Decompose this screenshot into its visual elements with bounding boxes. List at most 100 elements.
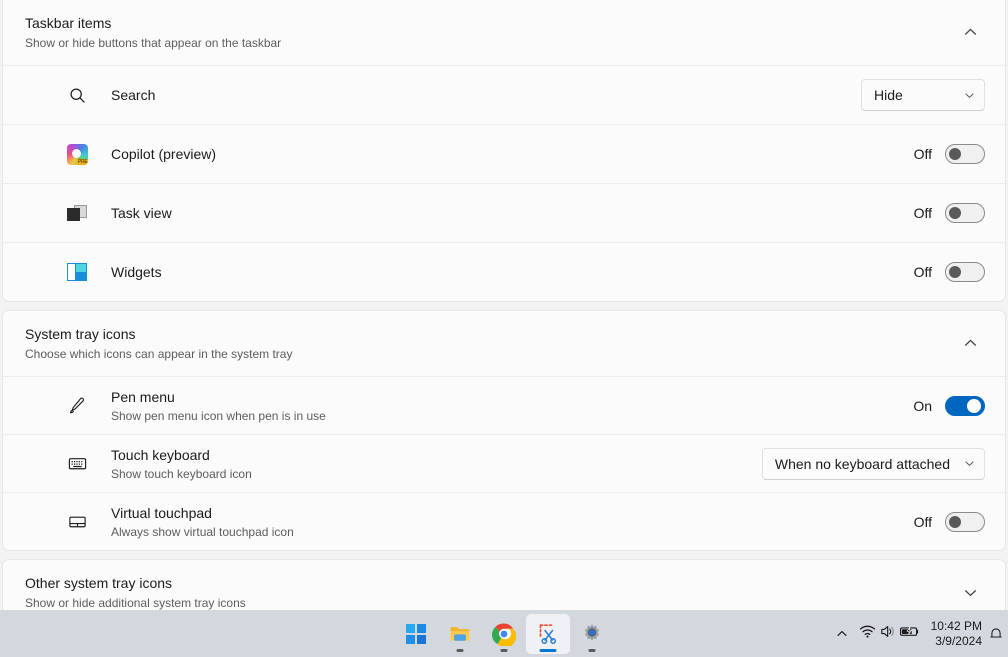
folder-icon xyxy=(450,626,470,641)
search-icon xyxy=(63,81,91,109)
chevron-down-icon xyxy=(964,458,975,469)
group-subtitle: Choose which icons can appear in the sys… xyxy=(25,347,293,361)
tray-quick-settings-button[interactable] xyxy=(854,623,925,645)
setting-row-text: Widgets xyxy=(111,263,914,282)
toggle-knob xyxy=(967,398,981,413)
toggle-state-label: On xyxy=(913,397,932,414)
group-title: Other system tray icons xyxy=(25,575,173,591)
chevron-up-icon xyxy=(837,630,847,636)
touch-keyboard-combobox[interactable]: When no keyboard attached xyxy=(761,447,985,480)
windows-logo-icon xyxy=(406,623,426,644)
task-view-icon xyxy=(63,199,91,227)
group-header-text: Other system tray icons Show or hide add… xyxy=(25,574,955,611)
settings-page: Taskbar items Show or hide buttons that … xyxy=(0,0,1008,657)
running-indicator xyxy=(588,648,596,652)
group-title: Taskbar items xyxy=(25,15,112,31)
toggle-knob xyxy=(949,515,961,528)
chevron-up-icon[interactable] xyxy=(955,18,985,48)
snipping-tool-icon xyxy=(539,623,557,644)
group-subtitle: Show or hide buttons that appear on the … xyxy=(25,36,282,50)
setting-row-widgets[interactable]: Widgets Off xyxy=(3,242,1005,301)
setting-control: Off xyxy=(914,262,985,282)
chrome-button[interactable] xyxy=(482,614,526,654)
chrome-icon xyxy=(492,622,516,646)
pen-icon xyxy=(63,392,91,420)
toggle-wrapper: On xyxy=(913,395,985,416)
copilot-toggle[interactable] xyxy=(945,144,985,164)
setting-title: Copilot (preview) xyxy=(111,145,217,162)
bell-icon xyxy=(990,627,1002,638)
notification-center-button[interactable] xyxy=(988,614,1006,654)
setting-title: Search xyxy=(111,86,156,103)
group-subtitle: Show or hide additional system tray icon… xyxy=(25,596,246,610)
system-tray: 10:42 PM 3/9/2024 xyxy=(830,610,1008,657)
setting-row-virtual-touchpad[interactable]: Virtual touchpad Always show virtual tou… xyxy=(3,492,1005,550)
chevron-up-icon[interactable] xyxy=(955,329,985,359)
copilot-icon: PRE xyxy=(63,140,91,168)
setting-row-copilot[interactable]: PRE Copilot (preview) Off xyxy=(3,124,1005,183)
setting-subtitle: Always show virtual touchpad icon xyxy=(111,524,294,539)
keyboard-icon xyxy=(63,450,91,478)
toggle-state-label: Off xyxy=(913,264,932,280)
preview-badge: PRE xyxy=(76,158,88,165)
battery-charging-icon xyxy=(899,623,920,645)
toggle-wrapper: Off xyxy=(914,144,985,164)
clock-date: 3/9/2024 xyxy=(935,633,982,648)
setting-row-touch-keyboard[interactable]: Touch keyboard Show touch keyboard icon … xyxy=(3,434,1005,492)
settings-button[interactable] xyxy=(570,614,614,654)
group-header-taskbar-items[interactable]: Taskbar items Show or hide buttons that … xyxy=(3,0,1005,65)
card-system-tray-icons: System tray icons Choose which icons can… xyxy=(2,310,1006,551)
setting-row-text: Copilot (preview) xyxy=(111,145,914,164)
gear-icon xyxy=(584,623,600,641)
windows-taskbar: 10:42 PM 3/9/2024 xyxy=(0,610,1008,657)
combobox-value: Hide xyxy=(874,87,903,103)
setting-row-text: Search xyxy=(111,86,861,105)
setting-row-text: Task view xyxy=(111,204,914,223)
widgets-toggle[interactable] xyxy=(945,262,985,282)
setting-subtitle: Show pen menu icon when pen is in use xyxy=(111,408,326,423)
widgets-icon xyxy=(63,258,91,286)
speaker-icon xyxy=(879,623,896,645)
group-header-system-tray-icons[interactable]: System tray icons Choose which icons can… xyxy=(3,311,1005,376)
taskbar-clock[interactable]: 10:42 PM 3/9/2024 xyxy=(925,619,988,649)
toggle-wrapper: Off xyxy=(914,203,985,223)
task-view-toggle[interactable] xyxy=(945,203,985,223)
running-indicator xyxy=(500,648,508,652)
pen-menu-toggle[interactable] xyxy=(945,395,985,416)
taskbar-settings-content: Taskbar items Show or hide buttons that … xyxy=(0,0,1008,626)
toggle-state-label: Off xyxy=(913,146,932,162)
group-header-text: System tray icons Choose which icons can… xyxy=(25,325,955,362)
setting-control: Off xyxy=(914,144,985,164)
setting-row-search[interactable]: Search Hide xyxy=(3,65,1005,124)
running-indicator xyxy=(456,648,464,652)
setting-control: On xyxy=(913,395,985,416)
chevron-down-icon[interactable] xyxy=(955,578,985,608)
setting-control: Off xyxy=(913,511,985,532)
toggle-wrapper: Off xyxy=(914,262,985,282)
setting-row-task-view[interactable]: Task view Off xyxy=(3,183,1005,242)
start-button[interactable] xyxy=(394,614,438,654)
toggle-wrapper: Off xyxy=(913,511,985,532)
active-indicator xyxy=(539,648,557,652)
combobox-value: When no keyboard attached xyxy=(774,455,950,472)
group-header-text: Taskbar items Show or hide buttons that … xyxy=(25,14,955,51)
clock-time: 10:42 PM xyxy=(930,618,982,633)
toggle-knob xyxy=(949,148,961,160)
setting-row-pen-menu[interactable]: Pen menu Show pen menu icon when pen is … xyxy=(3,376,1005,434)
setting-title: Pen menu xyxy=(111,388,175,405)
toggle-knob xyxy=(949,266,961,278)
setting-title: Task view xyxy=(111,204,172,221)
setting-title: Widgets xyxy=(111,263,162,280)
card-spacer xyxy=(0,302,1008,310)
wifi-icon xyxy=(859,623,876,645)
setting-control: Hide xyxy=(861,79,985,111)
chevron-down-icon xyxy=(964,90,975,101)
toggle-state-label: Off xyxy=(913,513,932,530)
tray-overflow-button[interactable] xyxy=(830,614,854,654)
file-explorer-button[interactable] xyxy=(438,614,482,654)
setting-row-text: Touch keyboard Show touch keyboard icon xyxy=(111,446,762,482)
snipping-tool-button[interactable] xyxy=(526,613,570,654)
setting-row-text: Virtual touchpad Always show virtual tou… xyxy=(111,504,914,540)
search-mode-combobox[interactable]: Hide xyxy=(861,79,985,111)
virtual-touchpad-toggle[interactable] xyxy=(945,511,985,532)
